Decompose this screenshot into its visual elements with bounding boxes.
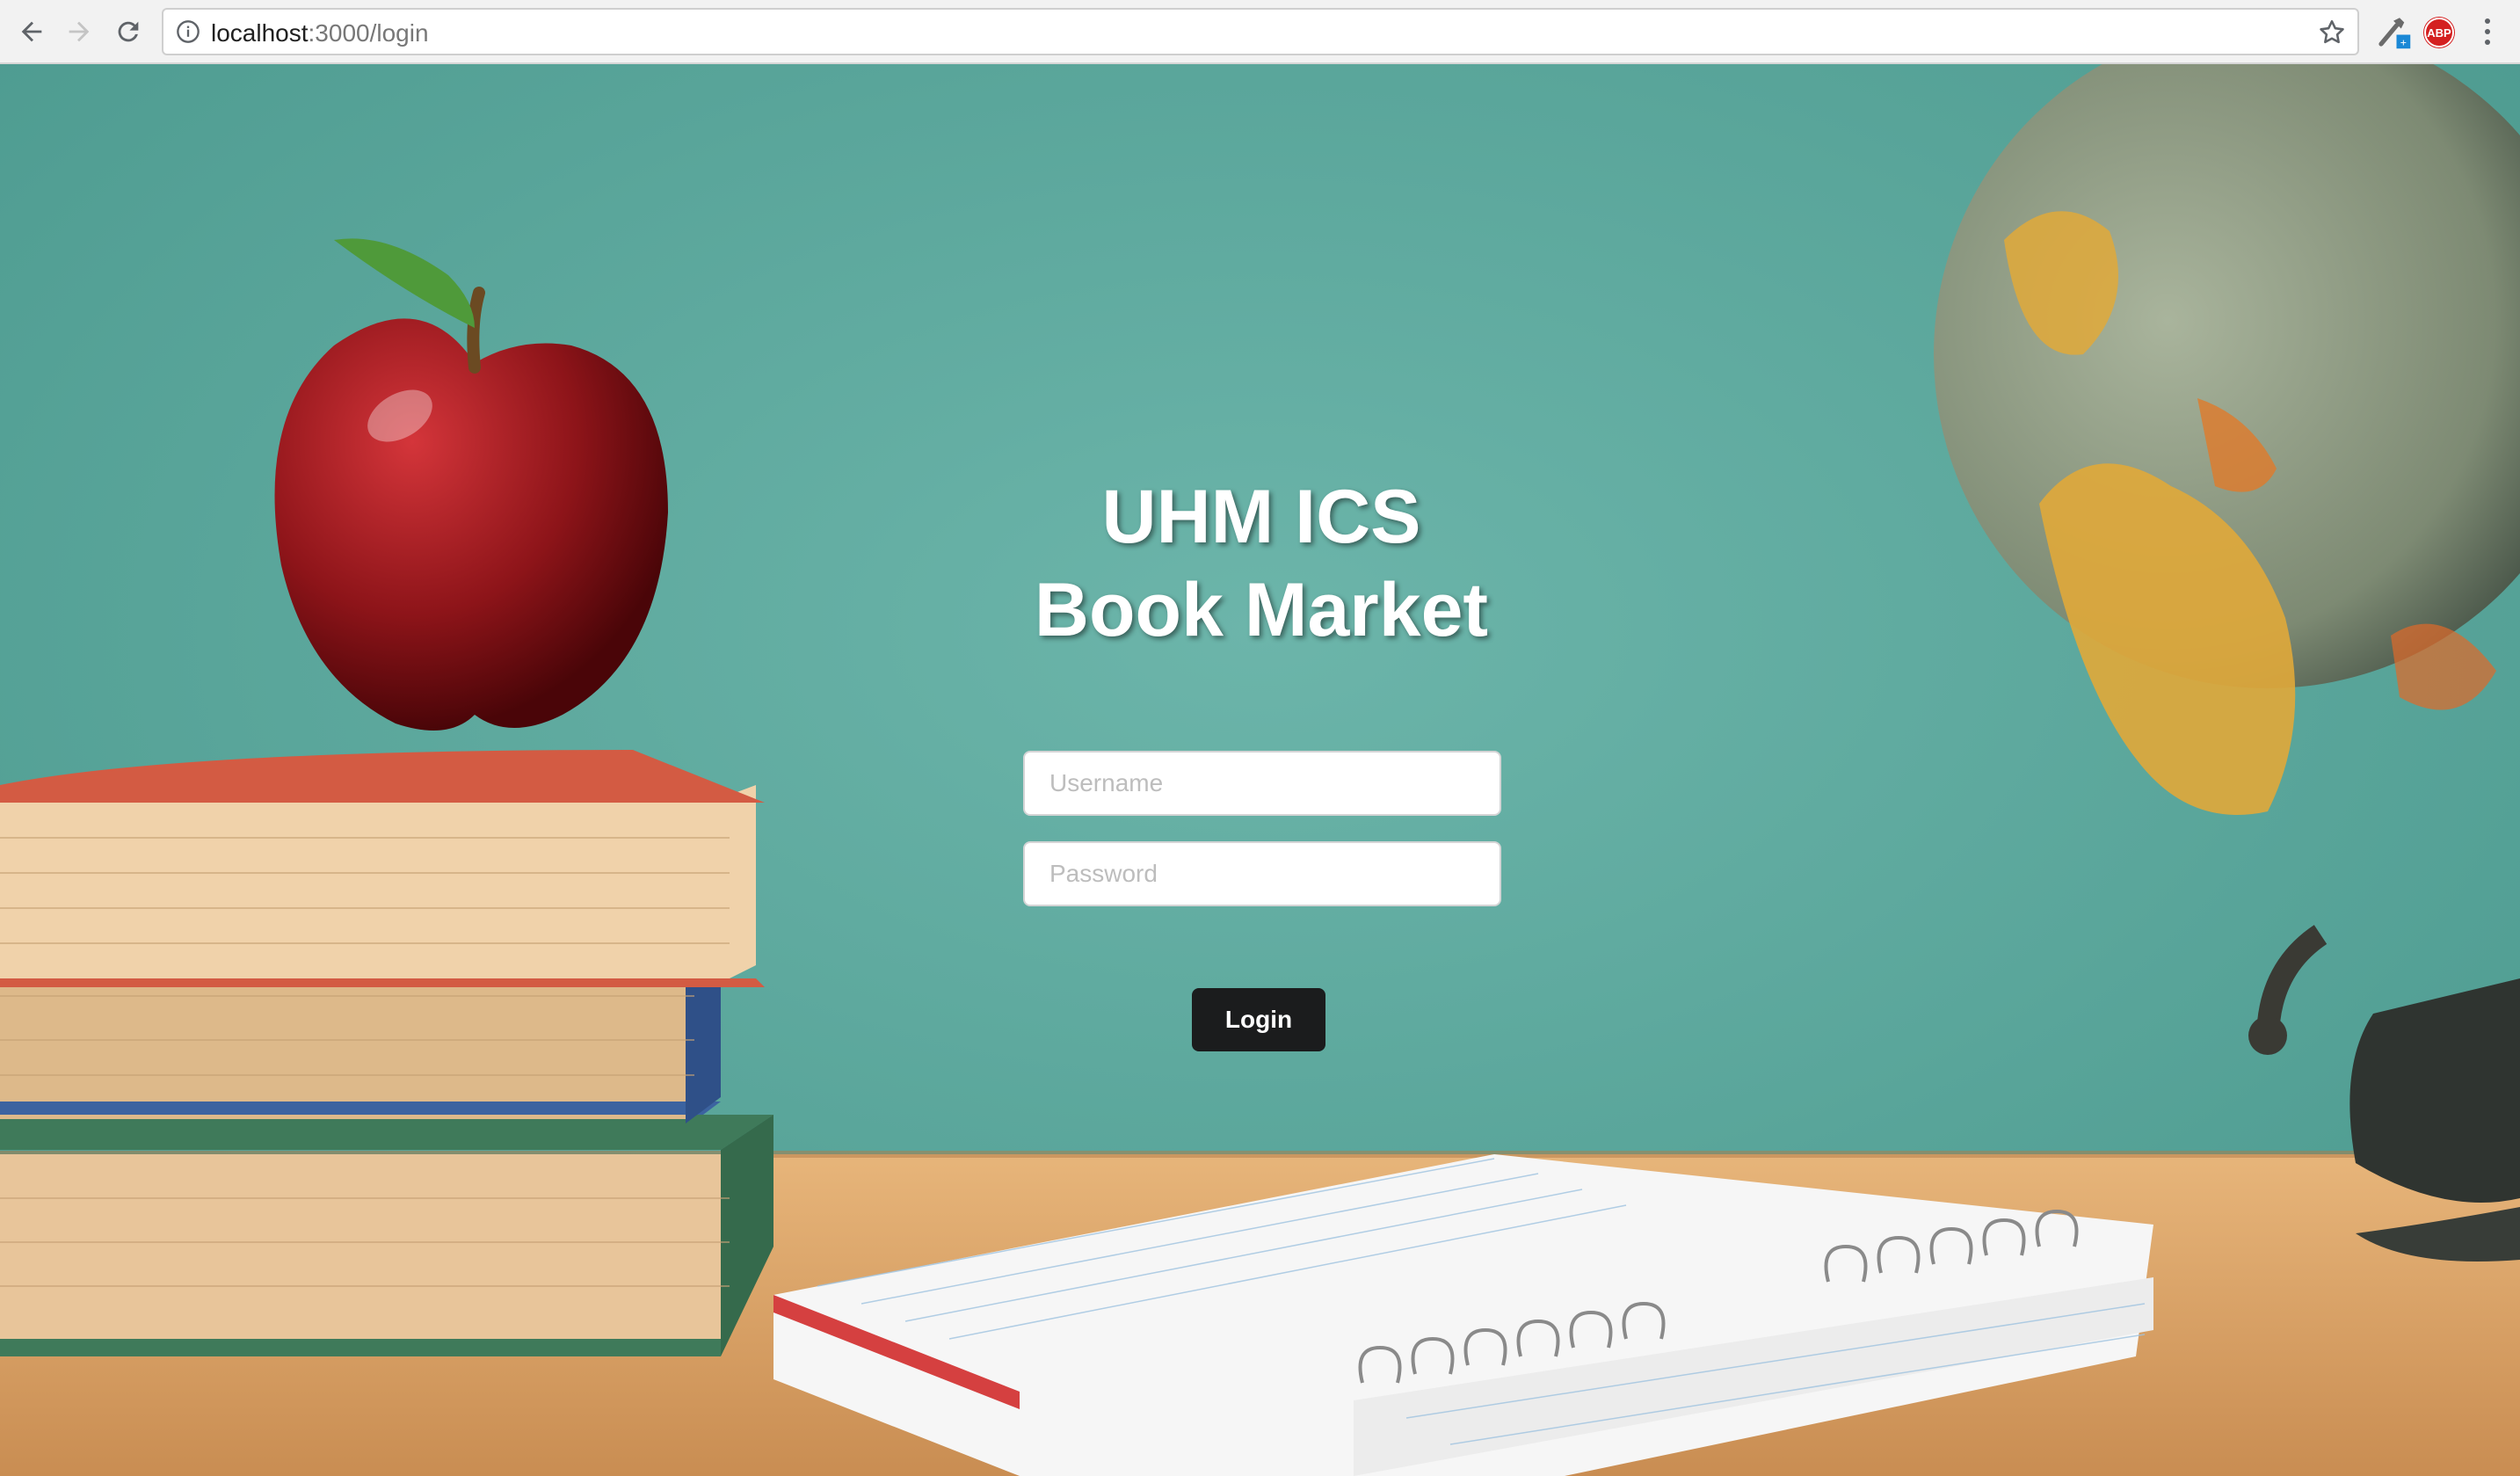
info-icon[interactable] [176,19,200,44]
back-button[interactable] [12,12,51,51]
page-title: UHM ICS Book Market [879,470,1644,657]
title-line-2: Book Market [1034,568,1489,652]
reload-icon [118,21,139,42]
url-text[interactable]: localhost:3000/login [211,20,429,47]
forward-arrow-icon [69,21,90,42]
adblock-icon[interactable]: ABP [2424,18,2454,47]
bookmark-star-icon[interactable] [2317,18,2347,47]
address-bar[interactable]: localhost:3000/login [162,8,2359,55]
title-line-1: UHM ICS [1101,475,1421,559]
password-input[interactable] [1023,841,1501,906]
menu-kebab-icon[interactable] [2479,14,2496,49]
login-button[interactable]: Login [1192,988,1325,1051]
forward-button[interactable] [60,12,98,51]
extension-icon[interactable]: + [2375,13,2412,50]
back-arrow-icon [21,21,42,42]
svg-text:+: + [2400,37,2407,49]
username-input[interactable] [1023,751,1501,816]
url-host: localhost [211,19,309,47]
url-path: :3000/login [308,19,429,47]
login-page: UHM ICS Book Market Login [0,64,2520,1476]
reload-button[interactable] [109,12,148,51]
browser-toolbar: localhost:3000/login + ABP [0,0,2520,64]
